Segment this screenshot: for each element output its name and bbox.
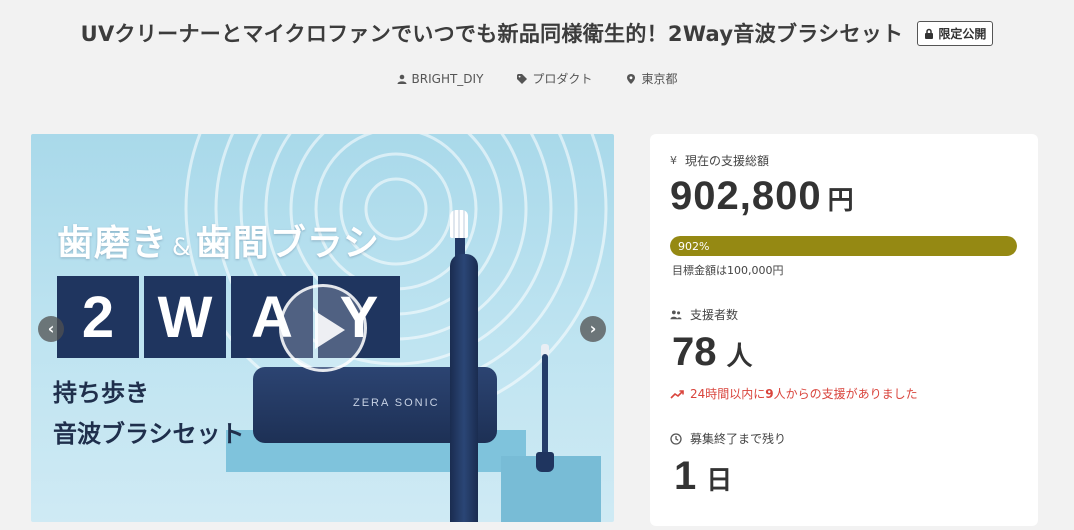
days-label: 募集終了まで残り: [690, 432, 787, 446]
interdental-brush-image: [542, 354, 548, 464]
limited-public-badge: 限定公開: [917, 20, 994, 46]
total-label-row: ¥ 現在の支援総額: [670, 152, 769, 169]
backers-value: 78: [672, 330, 717, 374]
backers-unit: 人: [726, 341, 753, 371]
meta-location-link[interactable]: 東京都: [626, 70, 677, 87]
hero-headline-amp: &: [172, 233, 192, 261]
lock-icon: [925, 28, 934, 39]
project-meta: BRIGHT_DIY プロダクト 東京都: [0, 70, 1074, 87]
total-label: 現在の支援総額: [685, 154, 770, 168]
meta-owner: BRIGHT_DIY: [411, 71, 484, 86]
backers-label: 支援者数: [690, 308, 739, 322]
case-logo: ZERA SONIC: [353, 397, 440, 409]
trend-suffix: 人からの支援がありました: [773, 387, 918, 401]
hero-subline-1: 持ち歩き: [53, 379, 149, 407]
total-amount: 902,800 円: [670, 174, 855, 219]
chevron-right-icon: ›: [589, 319, 597, 338]
hero-headline: 歯磨き & 歯間ブラシ: [57, 214, 380, 266]
location-pin-icon: [627, 73, 636, 84]
hero-subline-2: 音波ブラシセット: [53, 420, 245, 448]
days-value: 1: [674, 454, 697, 498]
interdental-brush-base: [536, 452, 554, 472]
hero-media[interactable]: 歯磨き & 歯間ブラシ 2 W A Y ZERA SONIC 持ち歩き 音波ブラシセ…: [31, 134, 614, 522]
hero-headline-part1: 歯磨き: [57, 223, 169, 264]
project-title: UVクリーナーとマイクロファンでいつでも新品同様衛生的！2Way音波ブラシセット: [80, 22, 904, 46]
days-remaining: 1 日: [674, 454, 732, 499]
tile-letter: W: [144, 276, 226, 358]
trend-number: 9: [765, 387, 774, 401]
chevron-left-icon: ‹: [47, 319, 55, 338]
total-unit: 円: [827, 185, 855, 215]
funding-progress-bar: 902%: [670, 236, 1017, 256]
hero-headline-part2: 歯間ブラシ: [195, 223, 381, 264]
backers-label-row: 支援者数: [670, 306, 738, 323]
toothbrush-image: [450, 254, 478, 522]
carousel-next-button[interactable]: ›: [580, 316, 606, 342]
toothbrush-head: [450, 210, 468, 238]
clock-icon: [670, 432, 682, 445]
badge-label: 限定公開: [938, 26, 987, 41]
backers-count: 78 人: [672, 330, 753, 375]
progress-label: 902%: [678, 239, 710, 253]
title-row: UVクリーナーとマイクロファンでいつでも新品同様衛生的！2Way音波ブラシセット…: [0, 18, 1074, 48]
users-icon: [670, 310, 682, 319]
trending-up-icon: [670, 389, 684, 399]
play-icon[interactable]: [279, 284, 367, 372]
trend-text: 24時間以内に9人からの支援がありました: [690, 385, 918, 402]
meta-owner-link[interactable]: BRIGHT_DIY: [397, 70, 484, 87]
recent-support-notice: 24時間以内に9人からの支援がありました: [670, 385, 918, 402]
tag-icon: [517, 73, 528, 84]
tile-letter: 2: [57, 276, 139, 358]
carousel-prev-button[interactable]: ‹: [38, 316, 64, 342]
total-value: 902,800: [670, 174, 822, 218]
yen-icon: ¥: [670, 154, 677, 167]
goal-amount: 目標金額は100,000円: [672, 264, 784, 277]
trend-prefix: 24時間以内に: [690, 387, 766, 401]
progress-fill: 902%: [670, 236, 1017, 256]
meta-category: プロダクト: [532, 72, 593, 86]
meta-category-link[interactable]: プロダクト: [517, 70, 592, 87]
days-label-row: 募集終了まで残り: [670, 430, 786, 447]
user-icon: [397, 74, 407, 84]
funding-stats-panel: ¥ 現在の支援総額 902,800 円 902% 目標金額は100,000円 支…: [650, 134, 1038, 526]
meta-location: 東京都: [641, 72, 678, 86]
days-unit: 日: [706, 465, 733, 495]
